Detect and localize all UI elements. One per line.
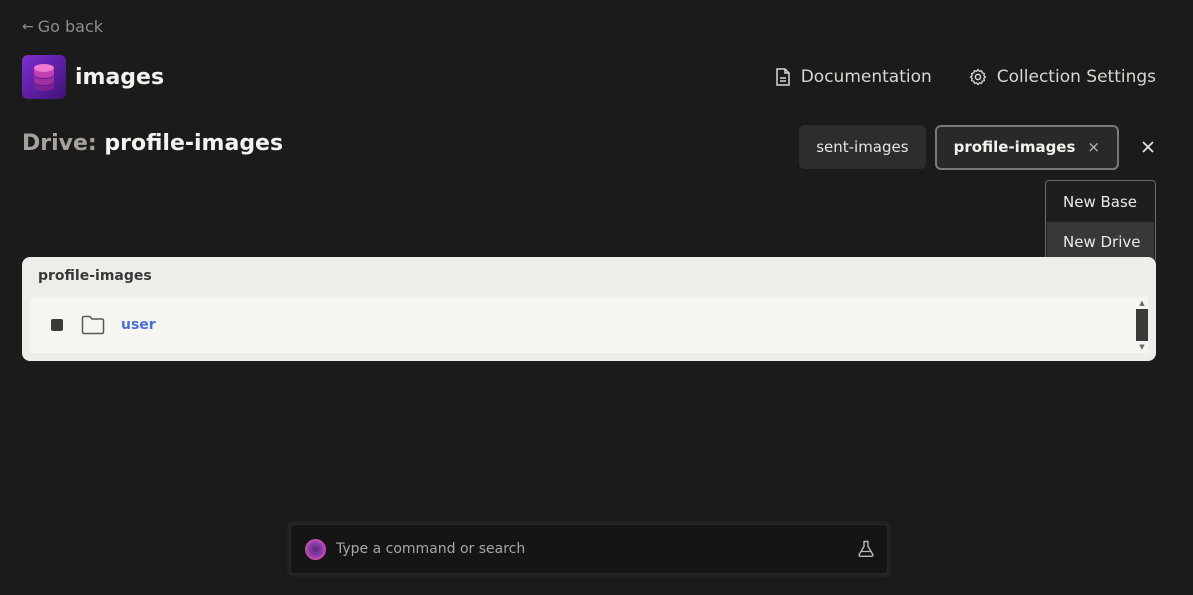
list-item: user [30,297,1132,353]
document-icon [775,68,790,86]
new-drive-menu-item[interactable]: New Drive [1047,222,1154,262]
tab-label: profile-images [953,138,1076,156]
command-search-input[interactable] [336,534,857,564]
close-icon [1142,141,1154,153]
row-checkbox[interactable] [51,319,63,331]
drive-title: Drive: profile-images [22,131,283,156]
collection-title: images [75,64,165,90]
tab-sent-images[interactable]: sent-images [799,125,926,169]
flask-icon[interactable] [857,540,875,558]
arrow-left-icon: ← [22,18,34,35]
documentation-link[interactable]: Documentation [775,67,932,87]
gear-icon [969,68,987,86]
collection-settings-label: Collection Settings [996,67,1156,87]
close-icon[interactable]: × [1087,138,1100,156]
folder-link-user[interactable]: user [121,317,156,333]
drive-title-prefix: Drive: [22,131,97,156]
collection-settings-link[interactable]: Collection Settings [969,67,1156,87]
new-item-dropdown: New Base New Drive [1045,180,1156,263]
scroll-up-arrow-icon[interactable]: ▲ [1136,297,1148,309]
header-actions: Documentation Collection Settings [775,67,1156,87]
new-base-menu-item[interactable]: New Base [1047,182,1154,222]
list-scrollbar[interactable]: ▲ ▼ [1136,297,1148,353]
assistant-orb-icon [305,538,326,560]
tab-label: sent-images [816,138,909,156]
documentation-label: Documentation [800,67,932,87]
page: ← Go back images Documentation Collectio… [0,0,1193,595]
drive-title-name: profile-images [104,131,284,156]
scroll-down-arrow-icon[interactable]: ▼ [1136,341,1148,353]
folder-icon [81,315,105,335]
drive-tabs: sent-images profile-images × [799,124,1164,170]
panel-title: profile-images [38,268,152,284]
collection-header: images Documentation Collection Settings [22,55,1156,99]
file-list: user ▲ ▼ [30,297,1148,353]
tab-profile-images[interactable]: profile-images × [934,124,1119,170]
drive-browser-panel: profile-images user ▲ ▼ [22,257,1156,361]
database-stack-icon [22,55,66,99]
command-bar [290,524,888,574]
close-tabs-button[interactable] [1132,125,1164,169]
go-back-link[interactable]: ← Go back [22,17,103,36]
go-back-label: Go back [37,17,104,36]
